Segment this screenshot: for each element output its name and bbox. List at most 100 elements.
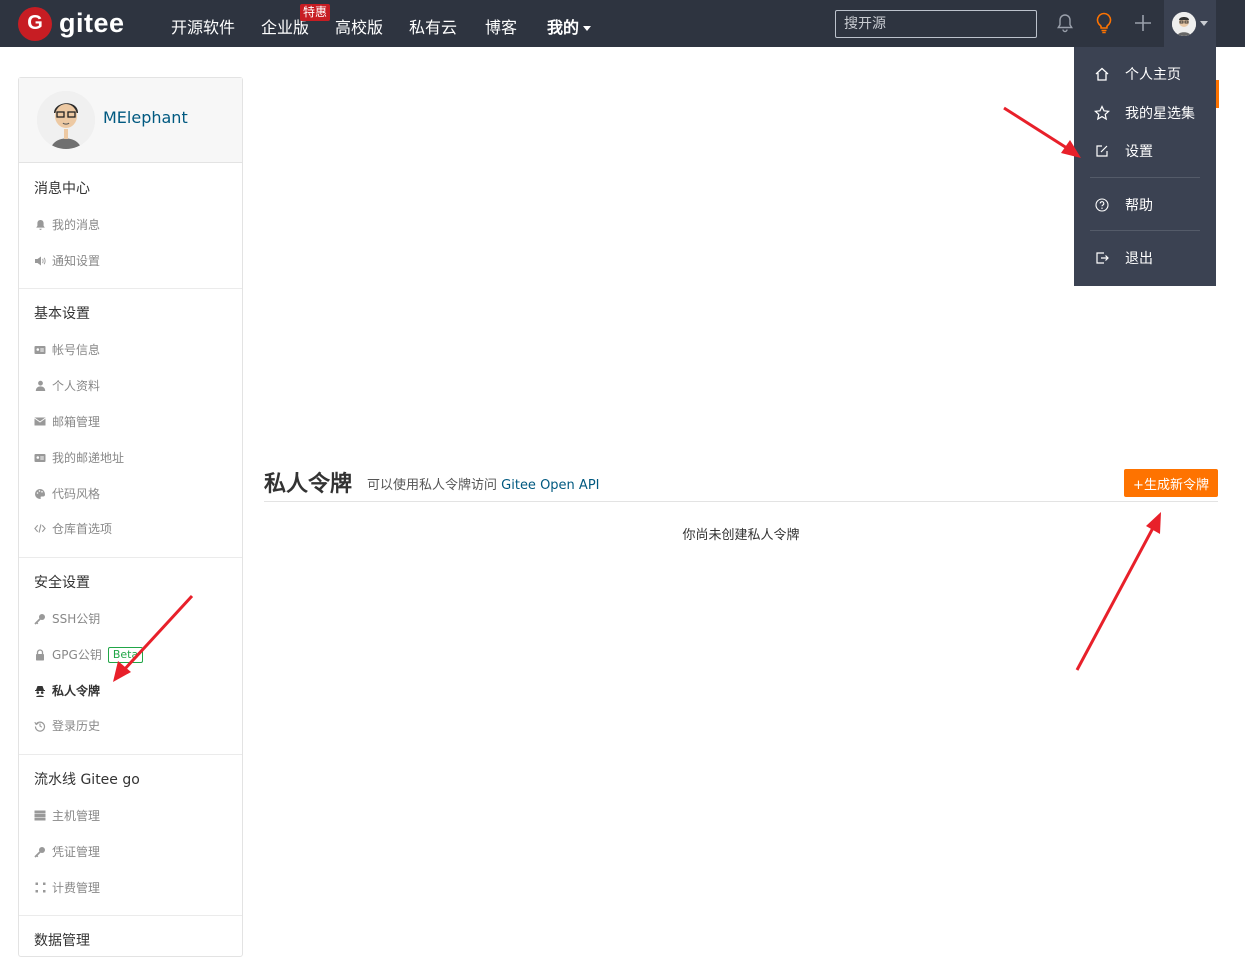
menu-item-settings[interactable]: 设置 <box>1074 136 1216 166</box>
sidebar-username[interactable]: MElephant <box>103 108 188 127</box>
sidebar-item-label: 个人资料 <box>52 379 101 393</box>
history-icon <box>34 720 46 732</box>
menu-item-label: 帮助 <box>1125 198 1153 214</box>
nav-education[interactable]: 高校版 <box>335 14 383 38</box>
hidden-button-edge <box>1216 80 1219 108</box>
key-icon <box>34 846 46 858</box>
chevron-down-icon <box>1200 21 1208 26</box>
bell-icon[interactable] <box>1052 10 1078 36</box>
sidebar-item-account-info[interactable]: 帐号信息 <box>34 341 100 358</box>
nav-blog[interactable]: 博客 <box>485 14 517 38</box>
empty-state-message: 你尚未创建私人令牌 <box>682 528 800 543</box>
page-title: 私人令牌 <box>264 472 353 497</box>
bell-icon <box>34 219 46 231</box>
sidebar-item-label: 帐号信息 <box>52 343 101 357</box>
palette-icon <box>34 488 46 500</box>
nav-enterprise-badge: 特惠 <box>300 4 331 21</box>
sidebar-item-label: 通知设置 <box>52 254 101 268</box>
sidebar-item-label: 仓库首选项 <box>52 522 113 536</box>
sidebar-item-label: 代码风格 <box>52 487 101 501</box>
top-navbar: G gitee 开源软件 企业版 特惠 高校版 私有云 博客 我的 <box>0 0 1245 47</box>
menu-item-label: 个人主页 <box>1125 67 1181 83</box>
menu-item-label: 我的星选集 <box>1125 106 1195 122</box>
menu-divider <box>1090 177 1200 178</box>
chevron-down-icon <box>583 26 592 31</box>
speaker-icon <box>34 255 46 267</box>
settings-sidebar: MElephant 消息中心 我的消息 通知设置 基本设置 帐号信息 个人资料 … <box>18 77 243 957</box>
sidebar-item-profile[interactable]: 个人资料 <box>34 377 100 394</box>
menu-item-logout[interactable]: 退出 <box>1074 243 1216 273</box>
home-icon <box>1094 66 1110 82</box>
group-title-basic: 基本设置 <box>34 306 90 322</box>
sidebar-item-label: SSH公钥 <box>52 612 101 626</box>
lightbulb-icon[interactable] <box>1091 10 1117 36</box>
annotation-arrow-settings <box>1003 106 1081 158</box>
user-menu-toggle[interactable] <box>1164 0 1216 47</box>
sidebar-item-repo-preferences[interactable]: 仓库首选项 <box>34 520 112 537</box>
page-subtitle-text: 可以使用私人令牌访问 <box>367 478 498 493</box>
title-divider <box>264 501 1218 502</box>
gitee-logo-text: gitee <box>59 8 125 38</box>
group-title-pipeline: 流水线 Gitee go <box>34 772 140 788</box>
sidebar-item-label: 私人令牌 <box>52 684 101 698</box>
menu-item-help[interactable]: 帮助 <box>1074 190 1216 220</box>
generate-token-button[interactable]: +生成新令牌 <box>1124 469 1218 497</box>
menu-item-label: 设置 <box>1125 144 1153 160</box>
sidebar-item-my-messages[interactable]: 我的消息 <box>34 216 100 233</box>
mail-icon <box>34 416 46 428</box>
sidebar-item-billing-management[interactable]: 计费管理 <box>34 879 100 896</box>
sidebar-item-host-management[interactable]: 主机管理 <box>34 807 100 824</box>
sidebar-item-label: 登录历史 <box>52 719 101 733</box>
spy-icon <box>34 685 46 697</box>
sidebar-profile: MElephant <box>19 78 242 163</box>
sidebar-item-code-style[interactable]: 代码风格 <box>34 485 100 502</box>
id-card-icon <box>34 344 46 356</box>
gitee-logo[interactable]: G gitee <box>18 6 125 41</box>
sidebar-item-mailing-address[interactable]: 我的邮递地址 <box>34 449 124 466</box>
sidebar-item-login-history[interactable]: 登录历史 <box>34 717 100 734</box>
code-icon <box>34 523 46 535</box>
sidebar-item-label: GPG公钥 <box>52 648 102 662</box>
sidebar-item-label: 我的邮递地址 <box>52 451 125 465</box>
address-card-icon <box>34 452 46 464</box>
grid-dots-icon <box>34 882 46 894</box>
sidebar-item-label: 邮箱管理 <box>52 415 101 429</box>
group-title-messages: 消息中心 <box>34 181 90 197</box>
help-icon <box>1094 197 1110 213</box>
avatar <box>1172 11 1196 36</box>
nav-mine-dropdown[interactable]: 我的 <box>547 14 592 38</box>
sidebar-divider <box>19 754 242 755</box>
sidebar-divider <box>19 915 242 916</box>
gitee-logo-badge: G <box>18 6 52 41</box>
sidebar-item-label: 主机管理 <box>52 809 101 823</box>
search-input[interactable] <box>835 10 1037 38</box>
server-icon <box>34 810 46 822</box>
sidebar-item-personal-tokens[interactable]: 私人令牌 <box>34 682 100 699</box>
nav-open-source[interactable]: 开源软件 <box>171 14 235 38</box>
menu-item-starred[interactable]: 我的星选集 <box>1074 98 1216 128</box>
user-icon <box>34 380 46 392</box>
sidebar-item-label: 凭证管理 <box>52 845 101 859</box>
group-title-security: 安全设置 <box>34 575 90 591</box>
beta-badge: Beta <box>107 646 144 663</box>
lock-icon <box>34 648 46 661</box>
sidebar-item-credential-management[interactable]: 凭证管理 <box>34 843 100 860</box>
star-icon <box>1094 105 1110 121</box>
nav-private-cloud[interactable]: 私有云 <box>409 14 457 38</box>
sidebar-item-ssh-keys[interactable]: SSH公钥 <box>34 610 100 627</box>
sidebar-divider <box>19 288 242 289</box>
group-title-data-management: 数据管理 <box>34 933 90 949</box>
menu-item-homepage[interactable]: 个人主页 <box>1074 59 1216 89</box>
avatar[interactable] <box>37 91 95 149</box>
menu-divider <box>1090 230 1200 231</box>
logout-icon <box>1094 250 1110 266</box>
menu-item-label: 退出 <box>1125 251 1153 267</box>
sidebar-item-email-management[interactable]: 邮箱管理 <box>34 413 100 430</box>
sidebar-item-label: 我的消息 <box>52 218 101 232</box>
nav-mine-label: 我的 <box>547 18 580 37</box>
open-api-link[interactable]: Gitee Open API <box>501 478 599 493</box>
sidebar-item-gpg-keys[interactable]: GPG公钥 Beta <box>34 646 144 663</box>
sidebar-item-notification-settings[interactable]: 通知设置 <box>34 252 100 269</box>
key-icon <box>34 613 46 625</box>
plus-icon[interactable] <box>1130 10 1156 36</box>
